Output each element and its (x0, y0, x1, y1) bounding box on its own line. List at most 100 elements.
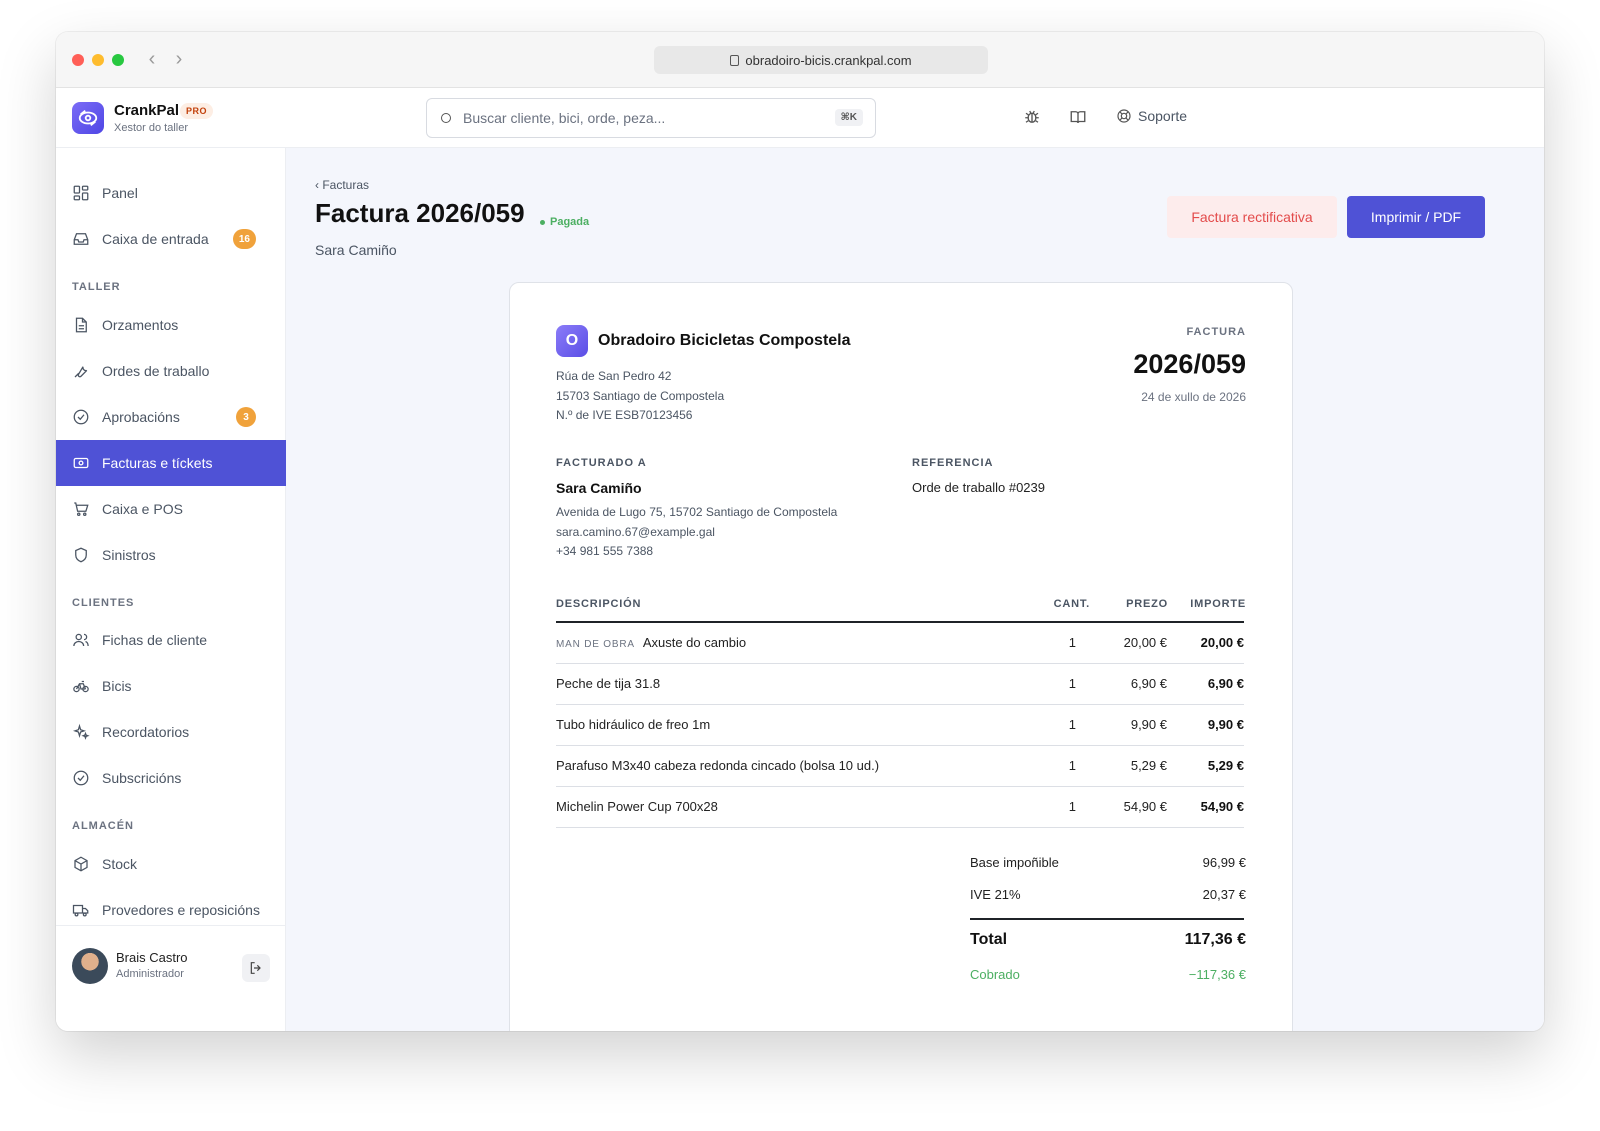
invoice-document: O Obradoiro Bicicletas Compostela Rúa de… (509, 282, 1293, 1031)
sparkle-icon (72, 723, 90, 740)
sidebar-item-label: Provedores e reposicións (102, 902, 260, 918)
user-name: Brais Castro (116, 950, 188, 965)
company-logo: O (556, 325, 588, 357)
sidebar-item-label: Sinistros (102, 547, 156, 563)
sidebar-item-label: Bicis (102, 678, 132, 694)
bug-icon[interactable] (1023, 108, 1043, 128)
sidebar-item-sinistros[interactable]: Sinistros (56, 532, 286, 578)
banknote-icon (73, 457, 89, 469)
invoice-date: 24 de xullo de 2026 (1141, 390, 1246, 404)
sidebar-item-ordes[interactable]: Ordes de traballo (56, 348, 286, 394)
company-address-line: 15703 Santiago de Compostela (556, 389, 725, 403)
billed-address: Avenida de Lugo 75, 15702 Santiago de Co… (556, 505, 838, 519)
wrench-icon (74, 366, 88, 378)
book-icon[interactable] (1069, 108, 1089, 128)
sidebar-item-facturas[interactable]: Facturas e tíckets (56, 440, 286, 486)
sidebar-item-panel[interactable]: Panel (56, 170, 286, 216)
rectifying-invoice-button[interactable]: Factura rectificativa (1167, 196, 1337, 238)
sidebar-item-bicis[interactable]: Bicis (56, 663, 286, 709)
inbox-icon (73, 233, 89, 245)
reference-label: REFERENCIA (912, 457, 994, 469)
app-name: CrankPal (114, 102, 180, 119)
maximize-window-button[interactable] (112, 54, 124, 66)
sidebar-item-label: Facturas e tíckets (102, 455, 213, 471)
sidebar-item-label: Orzamentos (102, 317, 179, 333)
close-window-button[interactable] (72, 54, 84, 66)
invoice-number: 2026/059 (1133, 349, 1246, 379)
users-icon (73, 633, 89, 647)
line-qty: 1 (1068, 635, 1076, 650)
forward-arrow-icon[interactable]: › (171, 48, 187, 70)
lifebuoy-icon (1117, 109, 1131, 123)
column-header-price: PREZO (1126, 598, 1168, 610)
tax-value: 20,37 € (1202, 887, 1246, 902)
search-icon (441, 113, 451, 123)
support-link[interactable]: Soporte (1116, 108, 1187, 124)
billed-phone: +34 981 555 7388 (556, 544, 654, 558)
app-header: CrankPal PRO Xestor do taller ⌘K Soporte (56, 88, 1544, 148)
line-price: 20,00 € (1123, 635, 1167, 650)
billed-email: sara.camino.67@example.gal (556, 525, 715, 539)
document-icon (75, 317, 87, 333)
page-icon (730, 54, 740, 66)
line-price: 54,90 € (1123, 799, 1167, 814)
line-description: Michelin Power Cup 700x28 (556, 799, 718, 814)
line-description-text: Axuste do cambio (642, 635, 747, 650)
table-row: Michelin Power Cup 700x28 1 54,90 € 54,9… (556, 787, 1244, 828)
line-description: Parafuso M3x40 cabeza redonda cincado (b… (556, 758, 880, 773)
subtotal-label: Base impoñible (970, 855, 1059, 870)
print-pdf-button[interactable]: Imprimir / PDF (1347, 196, 1485, 238)
app-logo[interactable] (72, 102, 104, 134)
plan-badge: PRO (180, 103, 214, 119)
table-row: Tubo hidráulico de freo 1m 1 9,90 € 9,90… (556, 705, 1244, 746)
sidebar: Panel Caixa de entrada 16 TALLER Orzamen… (56, 148, 286, 1031)
shield-icon (75, 547, 87, 563)
line-price: 9,90 € (1130, 717, 1167, 732)
billed-to-label: FACTURADO A (556, 457, 647, 469)
grid-icon (73, 185, 89, 201)
sidebar-item-caixa-pos[interactable]: Caixa e POS (56, 486, 286, 532)
search-shortcut: ⌘K (834, 109, 863, 126)
line-amount: 9,90 € (1207, 717, 1244, 732)
sidebar-item-subscricions[interactable]: Subscricións (56, 755, 286, 801)
sidebar-item-orzamentos[interactable]: Orzamentos (56, 302, 286, 348)
back-arrow-icon[interactable]: ‹ (144, 48, 160, 70)
billed-name: Sara Camiño (556, 480, 642, 496)
address-bar[interactable]: obradoiro-bicis.crankpal.com (654, 46, 988, 74)
line-qty: 1 (1068, 799, 1076, 814)
page-title: Factura 2026/059 (315, 198, 525, 228)
sidebar-item-label: Panel (102, 185, 138, 201)
truck-icon (72, 904, 89, 917)
column-header-amount: IMPORTE (1190, 598, 1246, 610)
search-input[interactable] (463, 110, 823, 126)
cart-icon (74, 502, 89, 517)
section-label-clientes: CLIENTES (72, 597, 135, 609)
table-row: MAN DE OBRA Axuste do cambio 1 20,00 € 20… (556, 623, 1244, 664)
bike-icon (73, 680, 89, 693)
totals-rule (970, 918, 1244, 920)
line-price: 5,29 € (1130, 758, 1167, 773)
approvals-count-badge: 3 (236, 407, 256, 427)
total-value: 117,36 € (1184, 931, 1246, 948)
sidebar-item-recordatorios[interactable]: Recordatorios (56, 709, 286, 755)
sidebar-item-fichas[interactable]: Fichas de cliente (56, 617, 286, 663)
invoice-label: FACTURA (1186, 326, 1246, 338)
sidebar-item-inbox[interactable]: Caixa de entrada 16 (56, 216, 286, 262)
support-label: Soporte (1138, 108, 1188, 124)
section-label-almacen: ALMACÉN (72, 820, 134, 832)
global-search[interactable]: ⌘K (426, 98, 876, 138)
breadcrumb[interactable]: ‹ Facturas (315, 178, 369, 192)
sidebar-item-aprobacions[interactable]: Aprobacións 3 (56, 394, 286, 440)
logout-button[interactable] (242, 954, 270, 982)
sidebar-item-label: Caixa de entrada (102, 231, 209, 247)
current-user: Brais Castro Administrador (56, 925, 286, 1031)
company-vat: N.º de IVE ESB70123456 (556, 408, 693, 422)
status-badge: Pagada (540, 216, 589, 228)
line-qty: 1 (1068, 758, 1076, 773)
table-row: Peche de tija 31.8 1 6,90 € 6,90 € (556, 664, 1244, 705)
avatar[interactable] (72, 948, 108, 984)
minimize-window-button[interactable] (92, 54, 104, 66)
line-description: MAN DE OBRA Axuste do cambio (556, 635, 746, 650)
sidebar-item-stock[interactable]: Stock (56, 841, 286, 887)
line-amount: 5,29 € (1207, 758, 1244, 773)
